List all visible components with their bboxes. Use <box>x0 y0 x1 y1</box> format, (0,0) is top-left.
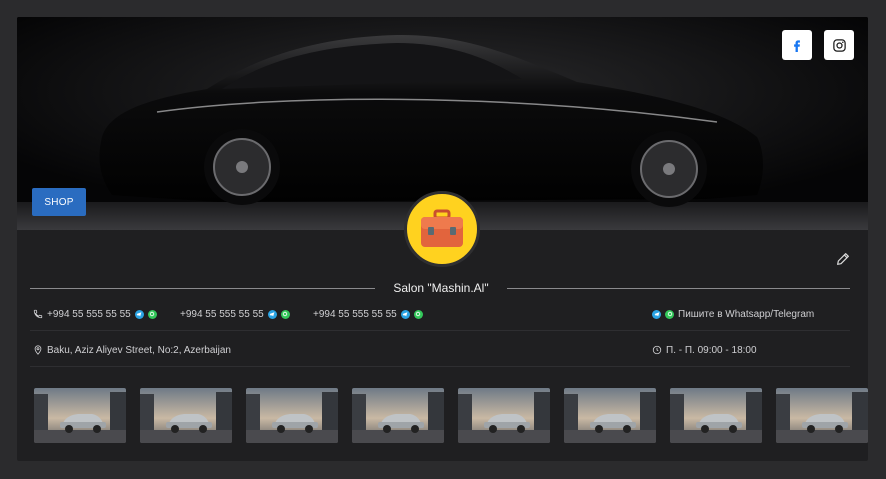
whatsapp-icon[interactable] <box>280 309 290 319</box>
address-row: Baku, Aziz Aliyev Street, No:2, Azerbaij… <box>30 333 850 367</box>
address-item: Baku, Aziz Aliyev Street, No:2, Azerbaij… <box>33 333 231 367</box>
salon-title-row: Salon "Mashin.Al" <box>30 279 850 299</box>
instagram-button[interactable] <box>824 30 854 60</box>
photo-gallery <box>34 388 868 444</box>
gallery-thumbnail[interactable] <box>670 388 762 443</box>
phone-item[interactable]: +994 55 555 55 55 <box>313 297 423 331</box>
clock-icon <box>652 345 662 355</box>
whatsapp-icon[interactable] <box>413 309 423 319</box>
instagram-icon <box>832 38 846 52</box>
gallery-thumbnail[interactable] <box>776 388 868 443</box>
gallery-thumbnail[interactable] <box>564 388 656 443</box>
phone-number: +994 55 555 55 55 <box>180 308 264 320</box>
whatsapp-icon[interactable] <box>147 309 157 319</box>
telegram-icon[interactable] <box>134 309 144 319</box>
phone-icon <box>33 309 43 319</box>
phone-item[interactable]: +994 55 555 55 55 <box>33 297 157 331</box>
phone-number: +994 55 555 55 55 <box>313 308 397 320</box>
gallery-thumbnail[interactable] <box>352 388 444 443</box>
gallery-thumbnail[interactable] <box>140 388 232 443</box>
hours-text: П. - П. 09:00 - 18:00 <box>666 344 757 356</box>
salon-profile-card: SHOP Salon "Mashin.Al" +994 55 555 55 55 <box>17 17 868 461</box>
gallery-thumbnail[interactable] <box>246 388 338 443</box>
phone-item[interactable]: +994 55 555 55 55 <box>180 297 290 331</box>
gallery-thumbnail[interactable] <box>34 388 126 443</box>
facebook-icon <box>794 40 800 52</box>
whatsapp-icon <box>665 309 674 319</box>
messenger-hint-text: Пишите в Whatsapp/Telegram <box>678 308 815 320</box>
gallery-thumbnail[interactable] <box>458 388 550 443</box>
facebook-button[interactable] <box>782 30 812 60</box>
salon-name: Salon "Mashin.Al" <box>393 281 489 295</box>
phone-number: +994 55 555 55 55 <box>47 308 131 320</box>
salon-avatar <box>404 191 480 267</box>
telegram-icon[interactable] <box>267 309 277 319</box>
shop-button[interactable]: SHOP <box>32 188 86 216</box>
messenger-hint: Пишите в Whatsapp/Telegram <box>652 297 814 331</box>
pencil-icon[interactable] <box>835 251 851 267</box>
briefcase-icon <box>421 209 463 247</box>
address-text: Baku, Aziz Aliyev Street, No:2, Azerbaij… <box>47 344 231 356</box>
location-pin-icon <box>34 345 42 355</box>
divider <box>30 288 375 289</box>
divider <box>507 288 850 289</box>
contacts-row: +994 55 555 55 55 +994 55 555 55 55 +994… <box>30 297 850 331</box>
telegram-icon[interactable] <box>400 309 410 319</box>
hours-item: П. - П. 09:00 - 18:00 <box>652 333 757 367</box>
telegram-icon <box>652 309 661 319</box>
